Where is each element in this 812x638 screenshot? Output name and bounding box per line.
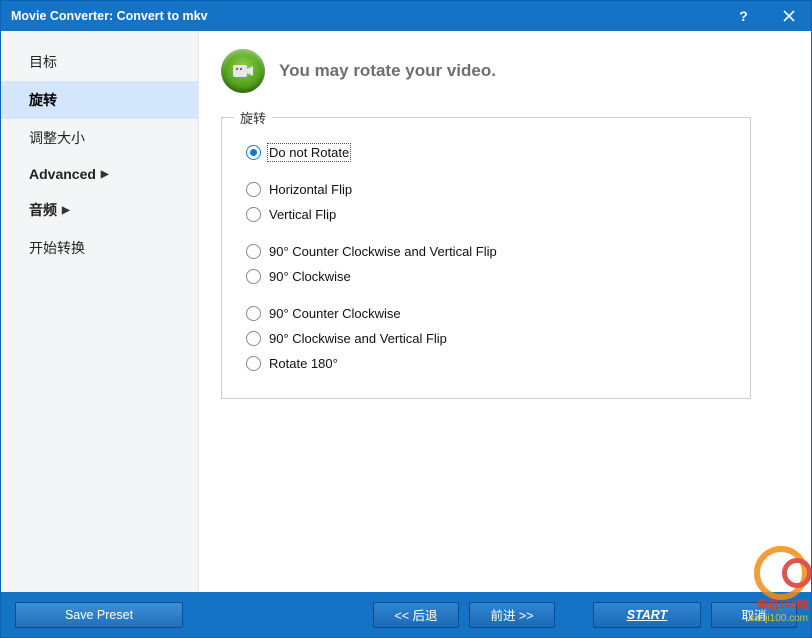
sidebar-item-label: 旋转 — [29, 90, 57, 110]
sidebar-item-label: 音频 — [29, 200, 57, 220]
radio-label: Rotate 180° — [269, 356, 338, 371]
chevron-right-icon: ▶ — [101, 169, 109, 180]
radio-90cw-vflip[interactable]: 90° Clockwise and Vertical Flip — [246, 326, 726, 351]
radio-icon — [246, 356, 261, 371]
radio-icon — [246, 331, 261, 346]
radio-icon — [246, 207, 261, 222]
radio-90ccw[interactable]: 90° Counter Clockwise — [246, 301, 726, 326]
close-icon — [783, 10, 795, 22]
radio-label: 90° Clockwise — [269, 269, 351, 284]
page-heading: You may rotate your video. — [279, 61, 496, 81]
radio-label: 90° Clockwise and Vertical Flip — [269, 331, 447, 346]
rotate-groupbox: 旋转 Do not Rotate Horizontal Flip Vertica… — [221, 117, 751, 399]
radio-vertical-flip[interactable]: Vertical Flip — [246, 202, 726, 227]
footer: Save Preset << 后退 前进 >> START 取消 — [1, 592, 811, 637]
heading-row: You may rotate your video. — [221, 49, 787, 93]
rotate-video-icon — [221, 49, 265, 93]
body: 目标 旋转 调整大小 Advanced ▶ 音频 ▶ 开始转换 — [1, 31, 811, 592]
groupbox-legend: 旋转 — [234, 108, 272, 127]
sidebar-item-label: Advanced — [29, 166, 96, 182]
sidebar-item-resize[interactable]: 调整大小 — [1, 119, 198, 157]
radio-do-not-rotate[interactable]: Do not Rotate — [246, 140, 726, 165]
sidebar-item-label: 调整大小 — [29, 128, 85, 148]
close-button[interactable] — [766, 1, 811, 31]
radio-horizontal-flip[interactable]: Horizontal Flip — [246, 177, 726, 202]
radio-label: 90° Counter Clockwise and Vertical Flip — [269, 244, 497, 259]
sidebar-item-audio[interactable]: 音频 ▶ — [1, 191, 198, 229]
sidebar-item-label: 开始转换 — [29, 238, 85, 258]
radio-90ccw-vflip[interactable]: 90° Counter Clockwise and Vertical Flip — [246, 239, 726, 264]
radio-icon — [246, 145, 261, 160]
sidebar-item-target[interactable]: 目标 — [1, 43, 198, 81]
radio-icon — [246, 244, 261, 259]
save-preset-button[interactable]: Save Preset — [15, 602, 183, 628]
help-button[interactable]: ? — [721, 1, 766, 31]
main-panel: You may rotate your video. 旋转 Do not Rot… — [199, 31, 811, 592]
radio-label: 90° Counter Clockwise — [269, 306, 401, 321]
sidebar: 目标 旋转 调整大小 Advanced ▶ 音频 ▶ 开始转换 — [1, 31, 199, 592]
sidebar-item-advanced[interactable]: Advanced ▶ — [1, 157, 198, 191]
radio-icon — [246, 269, 261, 284]
app-window: Movie Converter: Convert to mkv ? 目标 旋转 … — [0, 0, 812, 638]
radio-icon — [246, 306, 261, 321]
window-title: Movie Converter: Convert to mkv — [11, 9, 208, 23]
radio-90cw[interactable]: 90° Clockwise — [246, 264, 726, 289]
radio-label: Vertical Flip — [269, 207, 336, 222]
radio-label: Horizontal Flip — [269, 182, 352, 197]
radio-label: Do not Rotate — [269, 145, 349, 160]
radio-rotate-180[interactable]: Rotate 180° — [246, 351, 726, 376]
sidebar-item-rotate[interactable]: 旋转 — [1, 81, 198, 119]
cancel-button[interactable]: 取消 — [711, 602, 797, 628]
titlebar: Movie Converter: Convert to mkv ? — [1, 1, 811, 31]
start-button[interactable]: START — [593, 602, 701, 628]
sidebar-item-start-convert[interactable]: 开始转换 — [1, 229, 198, 267]
radio-icon — [246, 182, 261, 197]
back-button[interactable]: << 后退 — [373, 602, 459, 628]
chevron-right-icon: ▶ — [62, 205, 70, 216]
sidebar-item-label: 目标 — [29, 52, 57, 72]
forward-button[interactable]: 前进 >> — [469, 602, 555, 628]
